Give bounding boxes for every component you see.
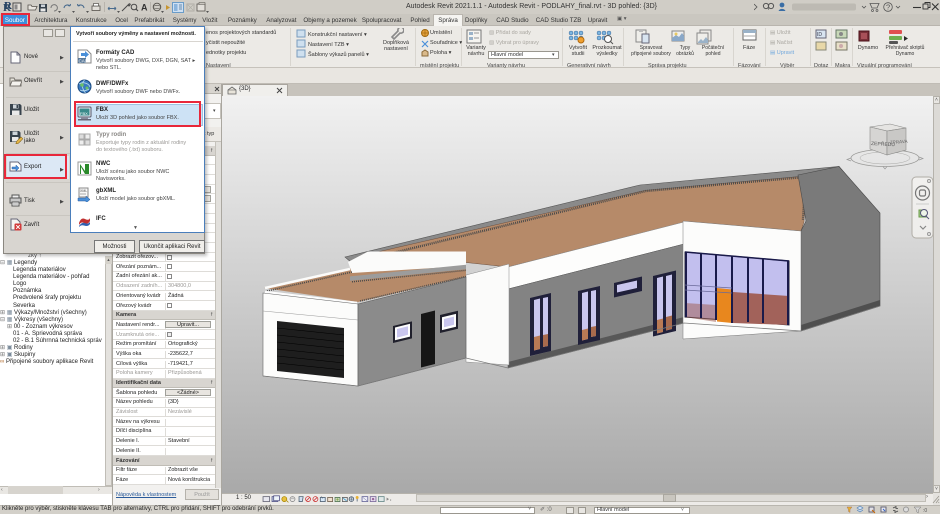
svg-text:Konstrukční nastavení ▾: Konstrukční nastavení ▾ (308, 32, 367, 38)
svg-text:?: ? (886, 3, 890, 12)
svg-text:CAD: CAD (79, 59, 89, 64)
svg-text:A: A (141, 3, 148, 13)
svg-text:XML: XML (80, 189, 87, 193)
svg-text:Šablony výkazů panelů ▾: Šablony výkazů panelů ▾ (308, 51, 369, 58)
svg-text:‹: ‹ (390, 499, 392, 504)
svg-text::0: :0 (923, 508, 927, 514)
svg-text:Nastavení TZB ▾: Nastavení TZB ▾ (308, 42, 349, 48)
svg-text:ID: ID (817, 32, 822, 38)
